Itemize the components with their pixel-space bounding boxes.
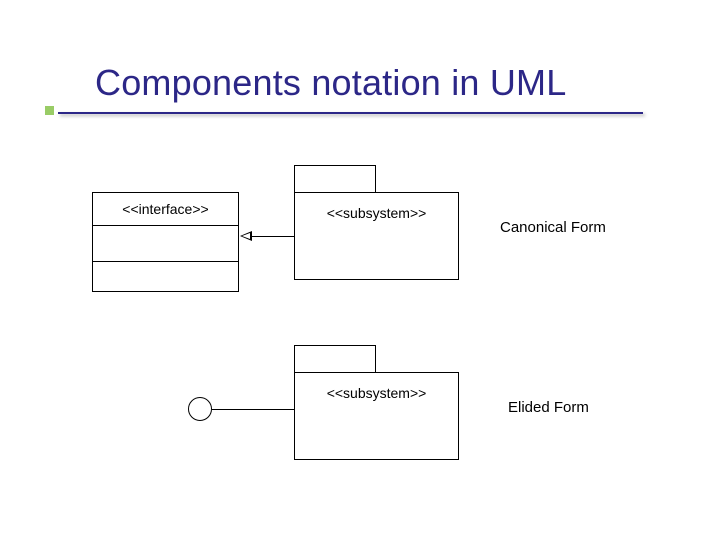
- canonical-stereotype: <<subsystem>>: [327, 205, 427, 279]
- interface-box: <<interface>>: [92, 192, 239, 292]
- elided-stereotype: <<subsystem>>: [327, 385, 427, 459]
- lollipop-interface-icon: [188, 397, 212, 421]
- title-underline: [58, 112, 643, 114]
- page-title: Components notation in UML: [95, 62, 566, 104]
- slide-root: Components notation in UML <<interface>>…: [0, 0, 720, 540]
- interface-divider: [93, 261, 238, 262]
- elided-package-body: <<subsystem>>: [294, 372, 459, 460]
- canonical-package-body: <<subsystem>>: [294, 192, 459, 280]
- interface-stereotype: <<interface>>: [93, 193, 238, 226]
- realization-arrow-head: [240, 231, 252, 241]
- elided-package-tab: [294, 345, 376, 373]
- canonical-package-tab: [294, 165, 376, 193]
- elided-label: Elided Form: [508, 399, 589, 416]
- canonical-label: Canonical Form: [500, 219, 606, 236]
- title-bullet: [45, 106, 54, 115]
- realization-arrow-line: [251, 236, 294, 237]
- lollipop-line: [212, 409, 294, 410]
